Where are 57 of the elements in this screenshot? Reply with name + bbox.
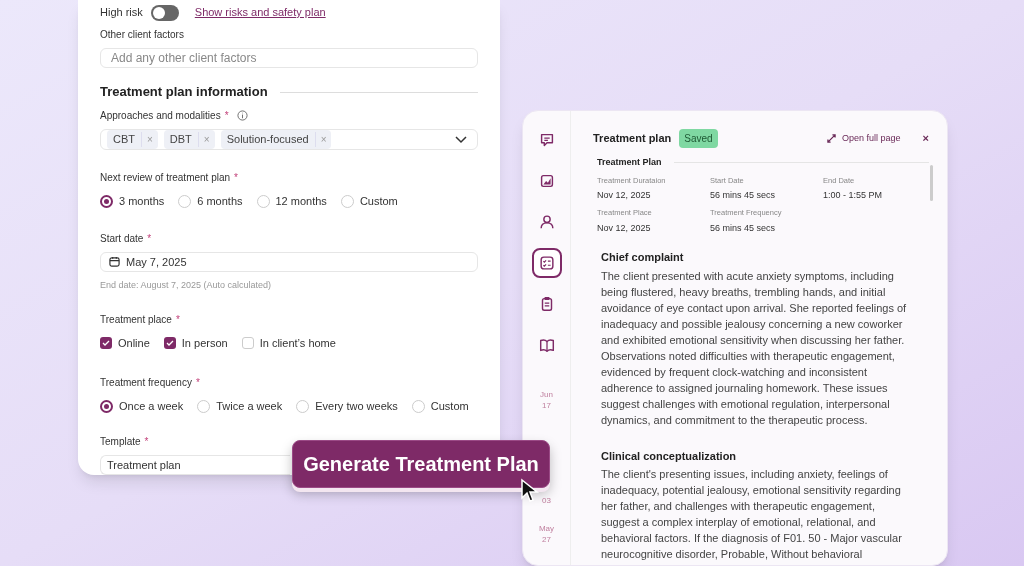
- radio-option[interactable]: Every two weeks: [296, 398, 398, 415]
- field-value: Nov 12, 2025: [597, 221, 652, 235]
- field-value: Nov 12, 2025: [597, 188, 652, 202]
- radio-option[interactable]: Once a week: [100, 398, 184, 415]
- scrollbar-thumb: [930, 165, 933, 201]
- date-field[interactable]: May 7, 2025: [100, 251, 478, 273]
- tag: DBT ×: [163, 130, 215, 150]
- required-marker: *: [175, 312, 180, 327]
- chevron-down-icon: [455, 135, 467, 144]
- tag: Solution-focused ×: [220, 130, 332, 150]
- required-marker: *: [234, 171, 238, 186]
- tag: CBT ×: [107, 130, 158, 150]
- high-risk-toggle[interactable]: [150, 4, 179, 21]
- radio-option[interactable]: Custom: [411, 398, 469, 415]
- section-heading: Treatment plan information: [100, 83, 268, 102]
- factors-input[interactable]: Add any other client factors: [100, 48, 478, 69]
- radio-option[interactable]: 3 months: [100, 193, 165, 210]
- checklist-icon[interactable]: [531, 248, 562, 278]
- field-label: Next review of treatment plan: [100, 171, 231, 186]
- radio-option[interactable]: 12 months: [256, 193, 327, 210]
- field-value: 56 mins 45 secs: [710, 188, 777, 202]
- radio-option[interactable]: Custom: [340, 193, 398, 210]
- toggle-label: High risk: [100, 5, 143, 21]
- required-marker: *: [144, 434, 149, 449]
- radio-option[interactable]: Twice a week: [197, 398, 283, 415]
- field-label: Template: [100, 434, 141, 449]
- close-button[interactable]: ×: [922, 130, 929, 147]
- field-label: Treatment frequency: [100, 376, 192, 391]
- checkmark-icon: [102, 338, 110, 347]
- note-heading: Clinical conceptualization: [601, 448, 738, 464]
- field-value: 1:00 - 1:55 PM: [823, 188, 884, 202]
- expand-icon: [827, 134, 836, 143]
- status-badge: Saved: [679, 129, 718, 148]
- checkbox-option[interactable]: In person: [163, 334, 228, 352]
- required-marker: *: [147, 231, 152, 246]
- radio-option[interactable]: 6 months: [178, 193, 243, 210]
- helper-text: End date: August 7, 2025 (Auto calculated): [100, 279, 273, 293]
- checkbox-option[interactable]: In client’s home: [241, 334, 336, 352]
- note-heading: Chief complaint: [601, 250, 685, 265]
- field-label: Treatment place: [100, 312, 172, 327]
- required-marker: *: [224, 108, 229, 123]
- section-heading: Treatment Plan: [597, 156, 662, 169]
- field-value: 56 mins 45 secs: [710, 221, 777, 235]
- required-marker: *: [195, 376, 200, 391]
- field-label: Approaches and modalities: [100, 108, 221, 123]
- field-label: Other client factors: [100, 28, 184, 42]
- template-field[interactable]: Treatment plan: [100, 454, 290, 475]
- checkbox-option[interactable]: Online: [100, 334, 150, 352]
- risks-link[interactable]: Show risks and safety plan: [194, 4, 326, 21]
- field-label: Start date: [100, 231, 144, 246]
- panel-title: Treatment plan: [593, 131, 672, 147]
- checkmark-icon: [165, 338, 174, 347]
- calendar-icon: [109, 256, 120, 268]
- note-text: The client's presenting issues, including anxiety, feelings of inadequacy, potential jealousy, emotional sensitivity regarding her father, and challenges with therapeutic engagement, suggest a complex interplay of emotional, relational, and behavioral factors. If the diagnosis of F01. 50 - Major vascular neurocognitive disorder, Probable, Without behavioral: [601, 467, 903, 562]
- open-full-page-link[interactable]: Open full page: [827, 131, 901, 146]
- note-text: The client presented with acute anxiety symptoms, including being flustered, heavy breaths, trembling hands, and initial avoidance of eye contact upon arrival. She reported feelings of inadequacy and possible jealousy concerning a new coworker and exhibited emotional sensitivity when discussing her father. Observations noted difficulties with therapeutic engagement, evidenced by frequent clock-watching and inconsistent adherence to assigned journaling homework. These issues suggest challenges with emotional regulation, interpersonal dynamics, and commitment to the therapeutic process.: [601, 268, 908, 428]
- info-icon: [236, 109, 248, 121]
